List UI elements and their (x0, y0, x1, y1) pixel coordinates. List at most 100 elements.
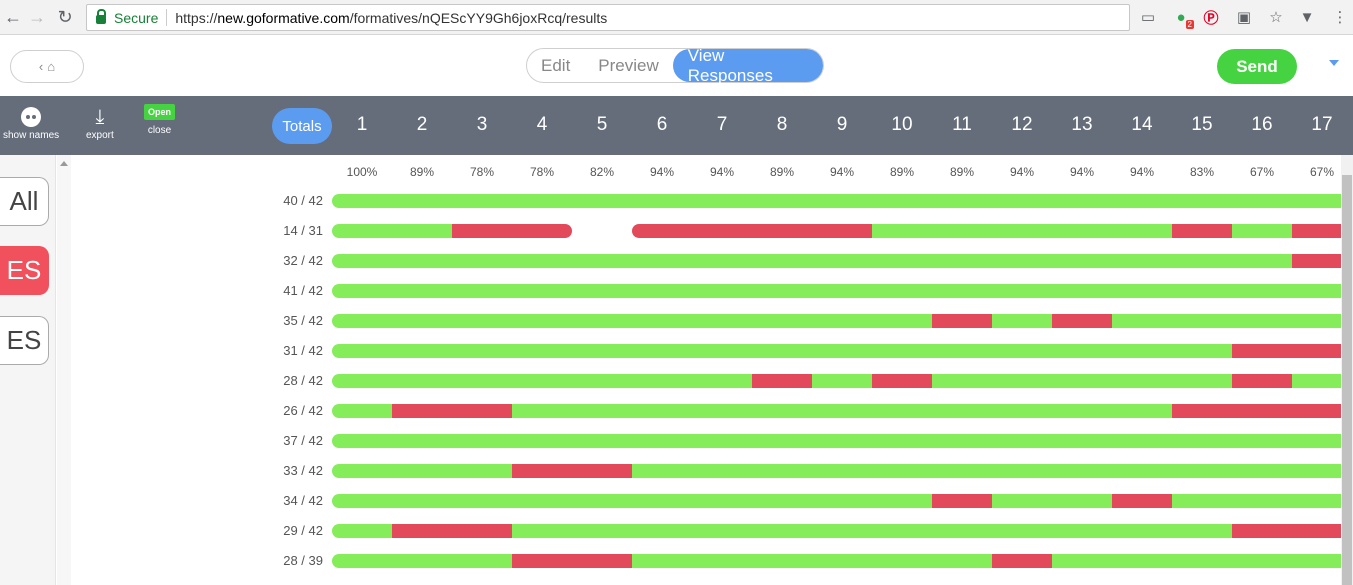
response-cell-correct[interactable] (872, 524, 932, 538)
response-cell-correct[interactable] (632, 434, 692, 448)
response-cell-correct[interactable] (1052, 404, 1112, 418)
response-cell-correct[interactable] (332, 254, 392, 268)
response-cell-correct[interactable] (752, 524, 812, 538)
results-scrollbar-thumb[interactable] (1342, 175, 1352, 585)
group-all-button[interactable]: All (0, 177, 49, 226)
student-score[interactable]: 26 / 42 (240, 403, 323, 418)
group-es-button[interactable]: ES (0, 316, 49, 365)
response-cell-correct[interactable] (392, 434, 452, 448)
response-cell-incorrect[interactable] (1292, 524, 1341, 538)
student-score[interactable]: 41 / 42 (240, 283, 323, 298)
student-score[interactable]: 37 / 42 (240, 433, 323, 448)
response-cell-correct[interactable] (572, 404, 632, 418)
response-cell-correct[interactable] (392, 494, 452, 508)
student-response-row[interactable] (332, 314, 1341, 328)
reload-icon[interactable]: ↻ (54, 6, 76, 28)
student-response-row[interactable] (332, 194, 1341, 208)
response-cell-correct[interactable] (632, 284, 692, 298)
question-column-15[interactable]: 15 (1182, 114, 1222, 136)
response-cell-correct[interactable] (692, 494, 752, 508)
response-cell-correct[interactable] (992, 434, 1052, 448)
response-cell-correct[interactable] (572, 344, 632, 358)
response-cell-correct[interactable] (332, 524, 392, 538)
response-cell-correct[interactable] (1232, 194, 1292, 208)
response-cell-correct[interactable] (992, 404, 1052, 418)
briefcase-icon[interactable]: ▣ (1234, 7, 1254, 27)
response-cell-correct[interactable] (512, 284, 572, 298)
response-cell-incorrect[interactable] (572, 554, 632, 568)
student-score[interactable]: 40 / 42 (240, 193, 323, 208)
response-cell-correct[interactable] (1052, 344, 1112, 358)
response-cell-correct[interactable] (1292, 374, 1341, 388)
response-cell-correct[interactable] (1172, 554, 1232, 568)
response-cell-correct[interactable] (872, 284, 932, 298)
response-cell-correct[interactable] (1052, 284, 1112, 298)
response-cell-correct[interactable] (332, 374, 392, 388)
response-cell-correct[interactable] (392, 344, 452, 358)
response-cell-correct[interactable] (452, 554, 512, 568)
show-names-button[interactable]: show names (3, 104, 59, 141)
response-cell-correct[interactable] (572, 194, 632, 208)
response-cell-correct[interactable] (872, 494, 932, 508)
response-cell-correct[interactable] (692, 464, 752, 478)
response-cell-correct[interactable] (1292, 434, 1341, 448)
response-cell-correct[interactable] (992, 314, 1052, 328)
extension-icon[interactable]: ● 2 (1171, 7, 1194, 29)
response-cell-correct[interactable] (512, 344, 572, 358)
response-cell-incorrect[interactable] (1172, 404, 1232, 418)
pocket-icon[interactable]: ▼ (1297, 7, 1317, 27)
question-column-5[interactable]: 5 (582, 114, 622, 136)
response-cell-correct[interactable] (452, 284, 512, 298)
response-cell-correct[interactable] (1052, 194, 1112, 208)
response-cell-correct[interactable] (992, 464, 1052, 478)
response-cell-correct[interactable] (932, 284, 992, 298)
response-cell-correct[interactable] (992, 194, 1052, 208)
response-cell-correct[interactable] (332, 494, 392, 508)
response-cell-correct[interactable] (632, 344, 692, 358)
response-cell-correct[interactable] (1112, 314, 1172, 328)
response-cell-correct[interactable] (752, 464, 812, 478)
response-cell-correct[interactable] (752, 284, 812, 298)
response-cell-correct[interactable] (1052, 554, 1112, 568)
response-cell-correct[interactable] (1172, 194, 1232, 208)
response-cell-correct[interactable] (1172, 314, 1232, 328)
response-cell-correct[interactable] (512, 314, 572, 328)
response-cell-incorrect[interactable] (1112, 494, 1172, 508)
response-cell-incorrect[interactable] (572, 464, 632, 478)
response-cell-correct[interactable] (332, 404, 392, 418)
student-response-row[interactable] (332, 554, 1341, 568)
response-cell-correct[interactable] (452, 434, 512, 448)
response-cell-incorrect[interactable] (1232, 404, 1292, 418)
response-cell-correct[interactable] (332, 224, 392, 238)
response-cell-correct[interactable] (452, 314, 512, 328)
response-cell-incorrect[interactable] (932, 314, 992, 328)
response-cell-correct[interactable] (452, 194, 512, 208)
question-column-7[interactable]: 7 (702, 114, 742, 136)
response-cell-correct[interactable] (1232, 464, 1292, 478)
response-cell-correct[interactable] (992, 254, 1052, 268)
response-cell-correct[interactable] (632, 404, 692, 418)
question-column-4[interactable]: 4 (522, 114, 562, 136)
response-cell-correct[interactable] (332, 314, 392, 328)
response-cell-incorrect[interactable] (452, 224, 512, 238)
student-score[interactable]: 34 / 42 (240, 493, 323, 508)
response-cell-correct[interactable] (812, 464, 872, 478)
response-cell-correct[interactable] (1292, 194, 1341, 208)
response-cell-correct[interactable] (512, 494, 572, 508)
response-cell-correct[interactable] (392, 464, 452, 478)
response-cell-incorrect[interactable] (452, 404, 512, 418)
response-cell-correct[interactable] (1172, 344, 1232, 358)
response-cell-correct[interactable] (392, 224, 452, 238)
response-cell-correct[interactable] (632, 374, 692, 388)
totals-button[interactable]: Totals (272, 108, 332, 144)
student-response-row[interactable] (332, 524, 1341, 538)
response-cell-correct[interactable] (632, 494, 692, 508)
student-score[interactable]: 32 / 42 (240, 253, 323, 268)
response-cell-correct[interactable] (572, 434, 632, 448)
scroll-up-arrow-icon[interactable] (60, 161, 68, 166)
response-cell-correct[interactable] (1112, 434, 1172, 448)
student-score[interactable]: 14 / 31 (240, 223, 323, 238)
response-cell-incorrect[interactable] (512, 464, 572, 478)
response-cell-correct[interactable] (392, 254, 452, 268)
response-cell-correct[interactable] (872, 224, 932, 238)
